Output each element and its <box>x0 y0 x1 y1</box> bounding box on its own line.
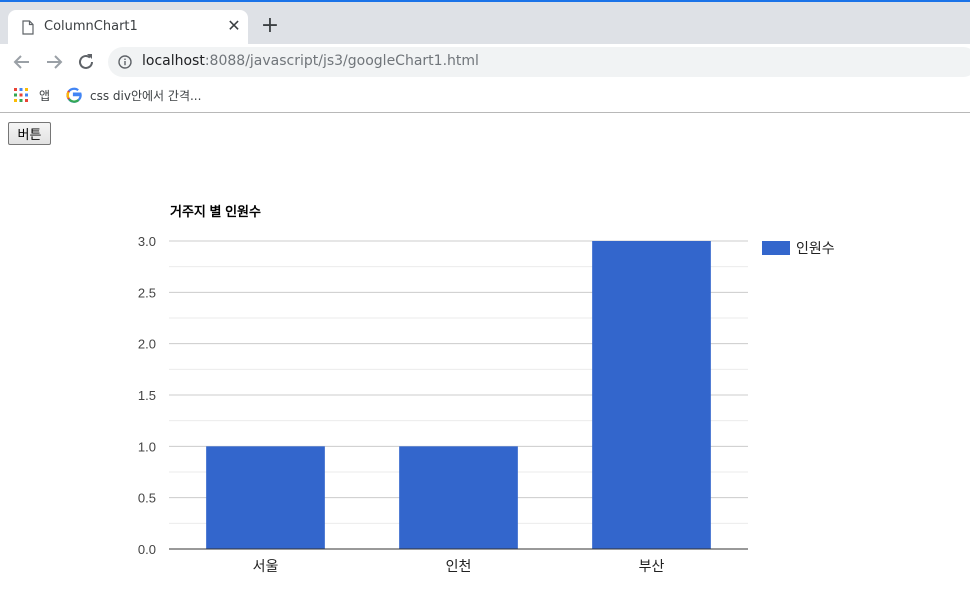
close-tab-icon[interactable]: ✕ <box>224 16 244 36</box>
bookmark-css-div-label: css div안에서 간격... <box>90 88 202 103</box>
y-tick-label: 2.0 <box>138 337 156 352</box>
legend-label: 인원수 <box>796 240 835 256</box>
apps-grid-icon <box>14 88 28 102</box>
browser-toolbar: localhost:8088/javascript/js3/googleChar… <box>0 44 970 80</box>
bookmarks-bar: 앱 css div안에서 간격... <box>0 80 970 113</box>
bar-2[interactable] <box>399 446 518 549</box>
y-tick-label: 1.5 <box>138 388 156 403</box>
info-icon[interactable] <box>118 55 132 69</box>
x-axis-labels: 서울 인천 부산 <box>253 558 665 574</box>
url-path: :8088/javascript/js3/googleChart1.html <box>204 53 479 69</box>
tab-title: ColumnChart1 <box>44 19 138 34</box>
tab-strip: ColumnChart1 ✕ + <box>0 2 970 46</box>
document-icon <box>22 20 34 35</box>
google-icon <box>66 87 82 103</box>
y-tick-label: 1.0 <box>138 439 156 454</box>
legend-swatch <box>762 241 790 255</box>
reload-icon[interactable] <box>74 50 98 74</box>
y-tick-label: 2.5 <box>138 285 156 300</box>
address-bar[interactable]: localhost:8088/javascript/js3/googleChar… <box>108 47 970 77</box>
bookmark-apps-label: 앱 <box>39 88 51 103</box>
forward-arrow-icon[interactable] <box>42 50 66 74</box>
x-category-label: 서울 <box>253 558 279 574</box>
page-content: 버튼 거주지 별 인원수 0.0 0.5 1.0 1.5 2.0 2.5 3.0 서울 인천 부… <box>0 113 970 601</box>
x-category-label: 인천 <box>446 558 472 574</box>
legend: 인원수 <box>762 240 835 256</box>
y-tick-label: 3.0 <box>138 234 156 249</box>
y-axis-ticks: 0.0 0.5 1.0 1.5 2.0 2.5 3.0 <box>138 234 156 557</box>
bookmark-apps[interactable]: 앱 <box>14 85 50 105</box>
url-host: localhost <box>142 53 205 69</box>
bar-1[interactable] <box>206 446 325 549</box>
column-chart: 거주지 별 인원수 0.0 0.5 1.0 1.5 2.0 2.5 3.0 서울 인천 부산 인… <box>138 204 835 574</box>
browser-tab[interactable]: ColumnChart1 ✕ <box>8 10 248 46</box>
url-text: localhost:8088/javascript/js3/googleChar… <box>142 53 479 69</box>
chart-title: 거주지 별 인원수 <box>170 204 261 219</box>
bar-3[interactable] <box>592 241 711 549</box>
back-arrow-icon[interactable] <box>10 50 34 74</box>
y-tick-label: 0.5 <box>138 491 156 506</box>
y-tick-label: 0.0 <box>138 542 156 557</box>
new-tab-icon[interactable]: + <box>258 15 282 39</box>
bookmark-css-div[interactable]: css div안에서 간격... <box>66 85 201 105</box>
x-category-label: 부산 <box>639 558 665 574</box>
